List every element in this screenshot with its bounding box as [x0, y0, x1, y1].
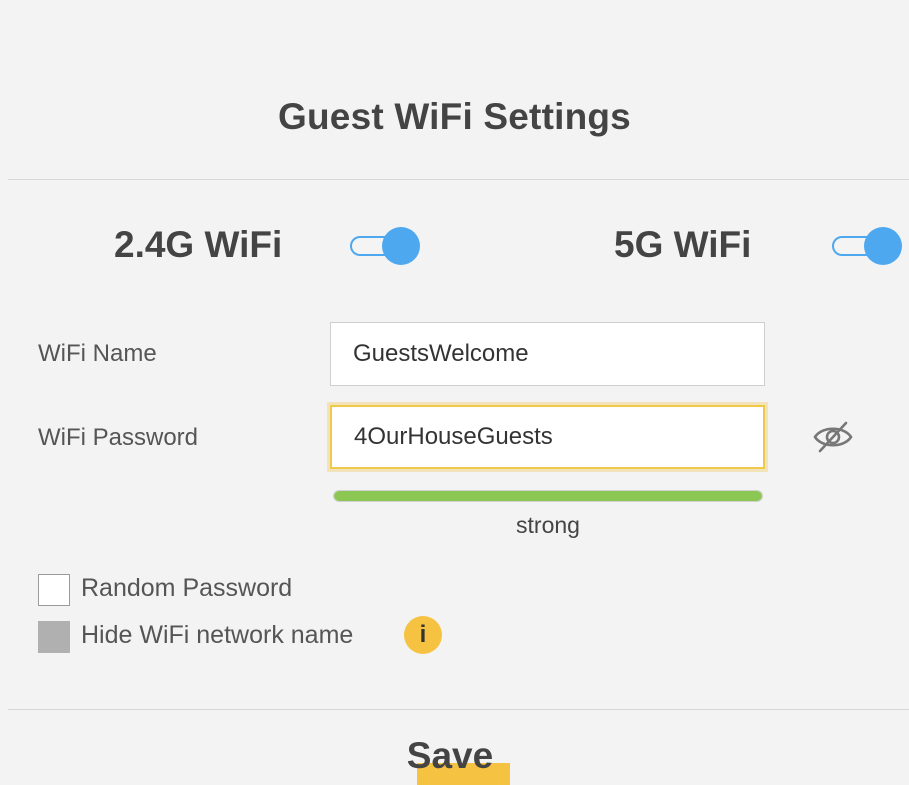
wifi-password-label: WiFi Password [38, 424, 199, 451]
header-divider [8, 179, 909, 180]
band-24g-label: 2.4G WiFi [114, 224, 283, 265]
band-24g-toggle[interactable] [350, 227, 420, 265]
toggle-knob [382, 227, 420, 265]
band-5g-label: 5G WiFi [614, 224, 752, 265]
random-password-label[interactable]: Random Password [81, 574, 292, 603]
wifi-name-label: WiFi Name [38, 340, 157, 367]
password-strength-fill [334, 491, 762, 501]
guest-wifi-settings-panel: Guest WiFi Settings 2.4G WiFi 5G WiFi Wi… [0, 0, 909, 785]
wifi-password-input[interactable] [330, 405, 765, 469]
hide-network-checkbox[interactable] [38, 621, 70, 653]
wifi-name-input[interactable] [330, 322, 765, 386]
toggle-knob [864, 227, 902, 265]
save-button-label: Save [406, 735, 494, 776]
footer-divider [8, 709, 909, 710]
password-strength-label: strong [516, 512, 580, 538]
info-icon[interactable]: i [404, 616, 442, 654]
hide-network-label[interactable]: Hide WiFi network name [81, 621, 353, 650]
band-5g-toggle[interactable] [832, 227, 902, 265]
save-button[interactable]: Save [380, 733, 530, 785]
page-title: Guest WiFi Settings [278, 96, 631, 137]
random-password-checkbox[interactable] [38, 574, 70, 606]
password-strength-bar [333, 490, 763, 502]
eye-slash-icon[interactable] [812, 418, 854, 456]
